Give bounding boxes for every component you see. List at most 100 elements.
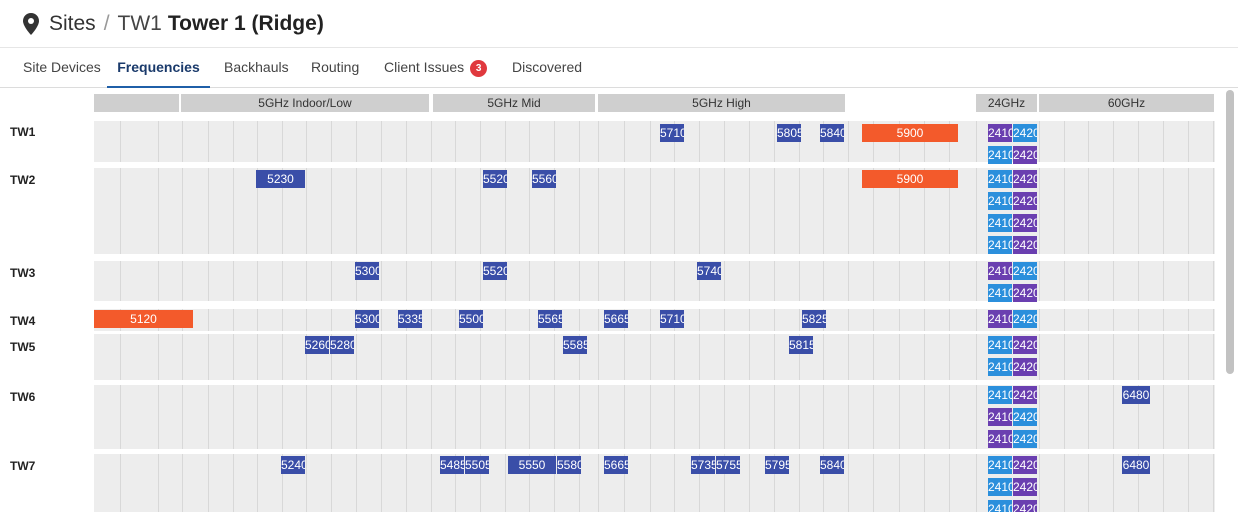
grid-line bbox=[208, 168, 209, 254]
grid-line bbox=[774, 309, 775, 331]
channel-chip[interactable]: 5825 bbox=[802, 310, 826, 328]
channel-chip[interactable]: 5840 bbox=[820, 456, 844, 474]
channel-chip[interactable]: 2420 bbox=[1013, 430, 1037, 448]
channel-chip[interactable]: 5280 bbox=[330, 336, 354, 354]
grid-line bbox=[799, 261, 800, 301]
channel-chip[interactable]: 2410 bbox=[988, 236, 1012, 254]
channel-chip[interactable]: 2420 bbox=[1013, 214, 1037, 232]
channel-chip[interactable]: 5740 bbox=[697, 262, 721, 280]
breadcrumb-sites[interactable]: Sites bbox=[49, 12, 96, 36]
channel-chip[interactable]: 2410 bbox=[988, 358, 1012, 376]
channel-chip[interactable]: 2410 bbox=[988, 478, 1012, 496]
channel-chip[interactable]: 6480 bbox=[1122, 456, 1150, 474]
grid-line bbox=[233, 334, 234, 380]
channel-chip[interactable]: 2410 bbox=[988, 284, 1012, 302]
channel-chip[interactable]: 2410 bbox=[988, 262, 1012, 280]
channel-chip[interactable]: 2410 bbox=[988, 500, 1012, 512]
channel-chip[interactable]: 5300 bbox=[355, 262, 379, 280]
channel-chip[interactable]: 5550 bbox=[508, 456, 556, 474]
channel-chip[interactable]: 5795 bbox=[765, 456, 789, 474]
tab-frequencies[interactable]: Frequencies bbox=[107, 48, 210, 88]
channel-chip[interactable]: 5230 bbox=[256, 170, 305, 188]
channel-chip[interactable]: 2420 bbox=[1013, 262, 1037, 280]
channel-chip[interactable]: 5505 bbox=[465, 456, 489, 474]
channel-chip[interactable]: 5565 bbox=[538, 310, 562, 328]
grid-line bbox=[749, 261, 750, 301]
grid-line bbox=[1113, 309, 1114, 331]
channel-chip[interactable]: 5120 bbox=[94, 310, 193, 328]
channel-chip[interactable]: 5815 bbox=[789, 336, 813, 354]
grid-line bbox=[724, 261, 725, 301]
grid-line bbox=[381, 121, 382, 162]
grid-line bbox=[848, 309, 849, 331]
grid-line bbox=[233, 168, 234, 254]
channel-chip[interactable]: 2420 bbox=[1013, 310, 1037, 328]
channel-chip[interactable]: 5710 bbox=[660, 310, 684, 328]
channel-chip[interactable]: 2420 bbox=[1013, 408, 1037, 426]
channel-chip[interactable]: 5805 bbox=[777, 124, 801, 142]
channel-chip[interactable]: 2410 bbox=[988, 310, 1012, 328]
channel-chip[interactable]: 5560 bbox=[532, 170, 556, 188]
channel-chip[interactable]: 5485 bbox=[440, 456, 464, 474]
channel-chip[interactable]: 2420 bbox=[1013, 124, 1037, 142]
channel-chip[interactable]: 2420 bbox=[1013, 478, 1037, 496]
grid-line bbox=[529, 334, 530, 380]
channel-chip[interactable]: 2410 bbox=[988, 336, 1012, 354]
channel-chip[interactable]: 2410 bbox=[988, 170, 1012, 188]
channel-chip[interactable]: 6480 bbox=[1122, 386, 1150, 404]
channel-chip[interactable]: 5520 bbox=[483, 262, 507, 280]
channel-chip[interactable]: 5580 bbox=[557, 456, 581, 474]
grid-line bbox=[356, 454, 357, 512]
channel-chip[interactable]: 5900 bbox=[862, 124, 958, 142]
channel-chip[interactable]: 5335 bbox=[398, 310, 422, 328]
grid-line bbox=[924, 454, 925, 512]
channel-chip[interactable]: 2420 bbox=[1013, 170, 1037, 188]
tab-backhauls[interactable]: Backhauls bbox=[224, 48, 289, 88]
grid-line bbox=[650, 168, 651, 254]
channel-chip[interactable]: 2420 bbox=[1013, 192, 1037, 210]
channel-chip[interactable]: 5840 bbox=[820, 124, 844, 142]
channel-chip[interactable]: 5665 bbox=[604, 310, 628, 328]
channel-chip[interactable]: 2420 bbox=[1013, 284, 1037, 302]
channel-chip[interactable]: 2410 bbox=[988, 192, 1012, 210]
grid-line bbox=[1163, 261, 1164, 301]
channel-chip[interactable]: 2420 bbox=[1013, 456, 1037, 474]
channel-chip[interactable]: 5710 bbox=[660, 124, 684, 142]
grid-line bbox=[949, 309, 950, 331]
channel-chip[interactable]: 5755 bbox=[716, 456, 740, 474]
channel-chip[interactable]: 5240 bbox=[281, 456, 305, 474]
channel-chip[interactable]: 2410 bbox=[988, 456, 1012, 474]
channel-chip[interactable]: 2420 bbox=[1013, 236, 1037, 254]
channel-chip[interactable]: 2420 bbox=[1013, 500, 1037, 512]
tab-routing[interactable]: Routing bbox=[311, 48, 359, 88]
channel-chip[interactable]: 2410 bbox=[988, 124, 1012, 142]
grid-line bbox=[282, 261, 283, 301]
tab-discovered[interactable]: Discovered bbox=[512, 48, 582, 88]
channel-chip[interactable]: 5665 bbox=[604, 456, 628, 474]
channel-chip[interactable]: 2410 bbox=[988, 430, 1012, 448]
grid-line bbox=[579, 261, 580, 301]
channel-chip[interactable]: 2410 bbox=[988, 386, 1012, 404]
grid-line bbox=[431, 385, 432, 449]
channel-chip[interactable]: 5735 bbox=[691, 456, 715, 474]
tab-client-issues[interactable]: Client Issues 3 bbox=[384, 48, 488, 88]
channel-chip[interactable]: 2410 bbox=[988, 214, 1012, 232]
grid-line bbox=[873, 454, 874, 512]
scrollbar[interactable] bbox=[1226, 90, 1234, 374]
channel-chip[interactable]: 2420 bbox=[1013, 386, 1037, 404]
channel-chip[interactable]: 5500 bbox=[459, 310, 483, 328]
channel-chip[interactable]: 2410 bbox=[988, 408, 1012, 426]
channel-chip[interactable]: 2420 bbox=[1013, 146, 1037, 164]
channel-chip[interactable]: 2410 bbox=[988, 146, 1012, 164]
channel-chip[interactable]: 5900 bbox=[862, 170, 958, 188]
grid-line bbox=[976, 168, 977, 254]
channel-chip[interactable]: 5300 bbox=[355, 310, 379, 328]
band-header-5ghz-high: 5GHz High bbox=[598, 94, 845, 112]
grid-line bbox=[381, 261, 382, 301]
tab-site-devices[interactable]: Site Devices bbox=[23, 48, 101, 88]
channel-chip[interactable]: 5520 bbox=[483, 170, 507, 188]
channel-chip[interactable]: 2420 bbox=[1013, 336, 1037, 354]
channel-chip[interactable]: 2420 bbox=[1013, 358, 1037, 376]
channel-chip[interactable]: 5260 bbox=[305, 336, 329, 354]
channel-chip[interactable]: 5585 bbox=[563, 336, 587, 354]
